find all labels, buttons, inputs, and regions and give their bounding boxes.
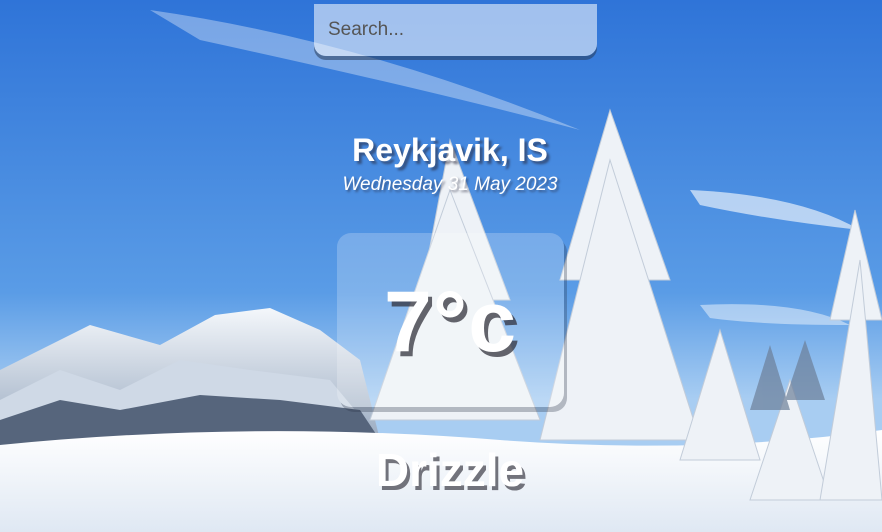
search-input[interactable] bbox=[314, 4, 597, 56]
weather-condition: Drizzle bbox=[375, 444, 525, 496]
date-label: Wednesday 31 May 2023 bbox=[342, 174, 558, 195]
temperature-value: 7°c bbox=[383, 274, 518, 370]
weather-app: Reykjavik, IS Wednesday 31 May 2023 7°c … bbox=[0, 0, 882, 532]
location-label: Reykjavik, IS bbox=[352, 132, 548, 168]
